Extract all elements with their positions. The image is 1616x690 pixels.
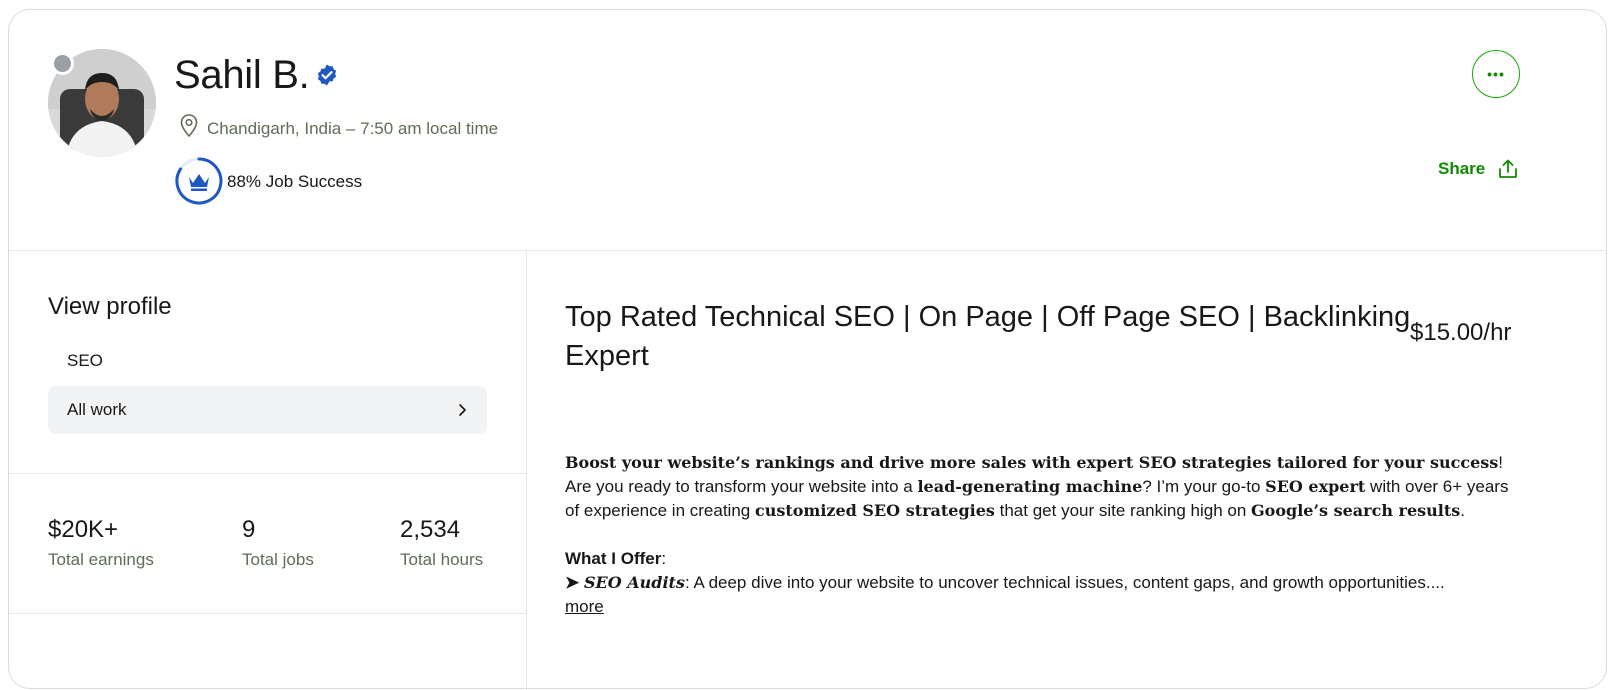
description-bold: SEO Audits xyxy=(583,573,685,592)
stat-total-jobs: 9 Total jobs xyxy=(242,515,314,571)
description-bold: lead-generating machine xyxy=(917,477,1143,496)
view-profile-heading: View profile xyxy=(48,293,172,320)
description-text: ? I’m your go-to xyxy=(1142,477,1266,496)
offer-heading-text: What I Offer xyxy=(565,549,662,568)
description-bold: SEO expert xyxy=(1265,477,1366,496)
arrow-bullet-icon: ➤ xyxy=(565,573,584,592)
more-actions-button[interactable]: ••• xyxy=(1472,50,1520,98)
share-icon xyxy=(1499,159,1518,178)
sidebar-item-seo[interactable]: SEO xyxy=(67,351,103,371)
profile-title: Top Rated Technical SEO | On Page | Off … xyxy=(565,301,1411,372)
offer-item: ➤ SEO Audits: A deep dive into your webs… xyxy=(565,571,1525,595)
stat-total-earnings: $20K+ Total earnings xyxy=(48,515,154,571)
chevron-right-icon xyxy=(459,404,466,416)
description-bold: Boost your website’s rankings and drive … xyxy=(565,453,1499,472)
description-text: ! xyxy=(1498,453,1503,472)
share-button[interactable]: Share xyxy=(1438,158,1519,180)
description-bold: customized SEO strategies xyxy=(754,501,995,520)
sidebar-item-label: All work xyxy=(67,400,127,419)
profile-description: Boost your website’s rankings and drive … xyxy=(565,451,1525,619)
stat-label: Total jobs xyxy=(242,550,314,569)
more-dots-icon: ••• xyxy=(1487,66,1505,82)
stat-value: $20K+ xyxy=(48,516,119,543)
more-link-row: more xyxy=(565,595,1525,619)
description-intro: Boost your website’s rankings and drive … xyxy=(565,451,1525,475)
more-link[interactable]: more xyxy=(565,597,604,616)
description-paragraph: Are you ready to transform your website … xyxy=(565,475,1525,523)
profile-name: Sahil B. xyxy=(174,53,310,97)
description-text: : A deep dive into your website to uncov… xyxy=(684,573,1445,592)
offline-status-dot xyxy=(51,52,74,75)
sidebar-item-all-work[interactable]: All work xyxy=(48,386,487,434)
stat-value: 2,534 xyxy=(400,516,461,543)
description-text: : xyxy=(661,549,667,568)
stat-label: Total earnings xyxy=(48,550,154,569)
sidebar-divider xyxy=(9,613,526,614)
profile-card: Sahil B. Chandigarh, India – 7:50 am loc… xyxy=(8,9,1607,690)
stat-value: 9 xyxy=(242,516,256,543)
stat-total-hours: 2,534 Total hours xyxy=(400,515,483,571)
offer-heading: What I Offer: xyxy=(565,547,1525,571)
description-text: . xyxy=(1460,501,1466,520)
job-success-text: 88% Job Success xyxy=(227,172,363,191)
description-bold: Google’s search results xyxy=(1251,501,1461,520)
hourly-rate: $15.00/hr xyxy=(1410,319,1512,346)
stat-label: Total hours xyxy=(400,550,484,569)
description-text: Are you ready to transform your website … xyxy=(565,477,918,496)
crown-badge-icon xyxy=(175,157,223,205)
verified-badge-icon xyxy=(317,64,337,86)
location-text: Chandigarh, India – 7:50 am local time xyxy=(207,119,499,138)
sidebar-divider xyxy=(9,473,526,474)
description-text: that get your site ranking high on xyxy=(994,501,1252,520)
share-label: Share xyxy=(1438,159,1486,178)
location-pin-icon xyxy=(180,114,198,138)
